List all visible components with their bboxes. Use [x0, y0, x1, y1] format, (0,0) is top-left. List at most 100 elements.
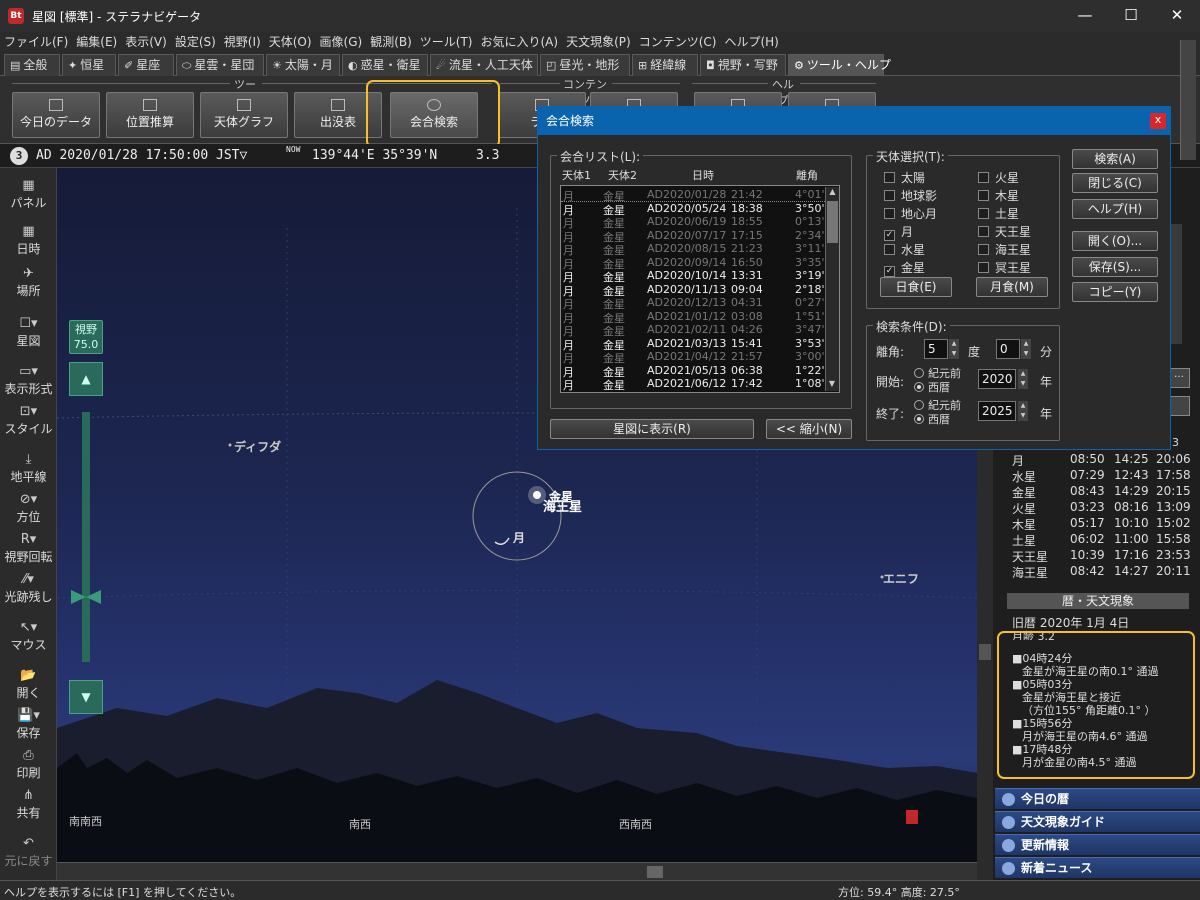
tab-sun-moon[interactable]: ☀ 太陽・月 [266, 54, 340, 76]
menu-help[interactable]: ヘルプ(H) [720, 32, 782, 52]
list-scroll-thumb[interactable] [827, 201, 838, 243]
tab-daylight[interactable]: ◰ 昼光・地形 [540, 54, 630, 76]
menu-objects[interactable]: 天体(O) [265, 32, 316, 52]
label-neptune[interactable]: 海王星 [543, 496, 582, 515]
tool-trails[interactable]: ⁄⁄▾ 光跡残し [0, 572, 57, 605]
nav-updates[interactable]: 更新情報 [995, 834, 1200, 855]
list-row[interactable]: 月金星 AD2020/07/17 17:15 2°34' [561, 229, 825, 244]
list-row[interactable]: 月金星 AD2020/08/15 21:23 3°11' [561, 242, 825, 257]
separation-degree-input[interactable]: 5 [924, 339, 948, 359]
minimize-button[interactable]: — [1062, 0, 1108, 32]
list-row[interactable]: 月金星 AD2021/01/12 03:08 1°51' [561, 310, 825, 325]
scroll-up-icon[interactable]: ▲ [826, 187, 839, 199]
header-datetime[interactable]: 日時 [692, 167, 714, 183]
planet-row[interactable]: 水星 07:29 12:43 17:58 [1010, 468, 1191, 484]
tool-display-format[interactable]: ▭▾ 表示形式 [0, 364, 57, 397]
menu-file[interactable]: ファイル(F) [0, 32, 72, 52]
menu-favorites[interactable]: お気に入り(A) [477, 32, 563, 52]
tool-save[interactable]: 💾▾ 保存 [0, 708, 57, 741]
dialog-close-button[interactable]: x [1150, 113, 1166, 129]
location-text[interactable]: 139°44'E 35°39'N [312, 148, 437, 163]
help-dialog-button[interactable]: ヘルプ(H) [1072, 199, 1158, 219]
tool-chart[interactable]: ☐▾ 星図 [0, 316, 57, 349]
minute-spinner[interactable]: ▲ ▼ [1021, 339, 1031, 359]
menu-image[interactable]: 画像(G) [316, 32, 367, 52]
tab-nebulae[interactable]: ⬭ 星雲・星団 [176, 54, 264, 76]
tool-location[interactable]: ✈ 場所 [0, 266, 57, 299]
planet-row[interactable]: 天王星 10:39 17:16 23:53 [1010, 548, 1191, 564]
planet-row[interactable]: 海王星 08:42 14:27 20:11 [1010, 564, 1191, 580]
list-row[interactable]: 月 金星 AD2021/06/12 17:42 1°08' [561, 377, 825, 392]
more-button[interactable]: … [1168, 368, 1190, 388]
option-button[interactable] [1168, 396, 1190, 416]
tool-style[interactable]: ⊡▾ スタイル [0, 404, 57, 437]
list-row[interactable]: 月金星 AD2020/10/14 13:31 3°19' [561, 269, 825, 284]
maximize-button[interactable]: ☐ [1108, 0, 1154, 32]
planet-row[interactable]: 金星 08:43 14:29 20:15 [1010, 484, 1191, 500]
list-row[interactable]: 月金星 AD2020/09/14 16:50 3°35' [561, 256, 825, 271]
position-calc-button[interactable]: 位置推算 [106, 92, 194, 138]
label-enif[interactable]: エニフ [883, 570, 919, 587]
list-scrollbar[interactable]: ▲ ▼ [825, 187, 839, 391]
calendar-section-header[interactable]: 暦・天文現象 [1007, 593, 1189, 609]
step-circle[interactable]: 3 [10, 147, 28, 165]
tool-horizon[interactable]: ⤓ 地平線 [0, 452, 57, 485]
zoom-out-button[interactable]: ▼ [69, 680, 103, 714]
menu-contents[interactable]: コンテンツ(C) [635, 32, 721, 52]
datetime-text[interactable]: AD 2020/01/28 17:50:00 JST▽ [36, 148, 247, 163]
search-button[interactable]: 検索(A) [1072, 149, 1158, 169]
tool-rotation[interactable]: R▾ 視野回転 [0, 532, 57, 565]
solar-eclipse-button[interactable]: 日食(E) [880, 277, 952, 297]
end-ad-radio[interactable]: 西暦 [914, 411, 950, 427]
checkbox-body[interactable]: 水星 [884, 241, 925, 258]
zoom-in-button[interactable]: ▲ [69, 362, 103, 396]
show-on-chart-button[interactable]: 星図に表示(R) [550, 419, 754, 439]
checkbox-body[interactable]: 地球影 [884, 187, 937, 204]
end-year-input[interactable]: 2025 [978, 401, 1016, 421]
tool-print[interactable]: ⎙ 印刷 [0, 748, 57, 781]
checkbox-body[interactable]: 地心月 [884, 205, 937, 222]
checkbox-body[interactable]: 冥王星 [978, 259, 1031, 276]
nav-news[interactable]: 新着ニュース [995, 857, 1200, 878]
right-panel-scrollbar[interactable] [1180, 40, 1196, 160]
tab-tools-help[interactable]: ⚙ ツール・ヘルプ [788, 54, 891, 76]
menu-settings[interactable]: 設定(S) [171, 32, 220, 52]
checkbox-body[interactable]: 火星 [978, 169, 1019, 186]
open-button[interactable]: 開く(O)... [1072, 231, 1158, 251]
tab-stars[interactable]: ✦ 恒星 [62, 54, 116, 76]
list-row[interactable]: 月金星 AD2020/01/28 21:42 4°01' [561, 188, 825, 203]
list-row[interactable]: 月金星 AD2021/03/13 15:41 3°53' [561, 337, 825, 352]
dialog-title[interactable]: 会合検索 [538, 107, 1170, 135]
header-body1[interactable]: 天体1 [562, 167, 591, 183]
tab-planets[interactable]: ◐ 惑星・衛星 [342, 54, 428, 76]
start-year-input[interactable]: 2020 [978, 369, 1016, 389]
planet-row[interactable]: 土星 06:02 11:00 15:58 [1010, 532, 1191, 548]
tab-fov[interactable]: ◘ 視野・写野 [700, 54, 786, 76]
horizontal-scrollbar[interactable] [57, 862, 977, 880]
object-graph-button[interactable]: 天体グラフ [200, 92, 288, 138]
start-year-spinner[interactable]: ▲ ▼ [1018, 369, 1028, 389]
separation-minute-input[interactable]: 0 [996, 339, 1020, 359]
menu-edit[interactable]: 編集(E) [72, 32, 121, 52]
list-row[interactable]: 月金星 AD2021/05/13 06:38 1°22' [561, 364, 825, 379]
tab-general[interactable]: ▤ 全般 [4, 54, 60, 76]
list-row[interactable]: 月金星 AD2020/06/19 18:55 0°13' [561, 215, 825, 230]
hscroll-thumb[interactable] [647, 866, 663, 878]
degree-spinner[interactable]: ▲ ▼ [949, 339, 959, 359]
end-year-spinner[interactable]: ▲ ▼ [1018, 401, 1028, 421]
close-window-button[interactable]: ✕ [1154, 0, 1200, 32]
list-row[interactable]: 月金星 AD2020/12/13 04:31 0°27' [561, 296, 825, 311]
header-body2[interactable]: 天体2 [608, 167, 637, 183]
fov-indicator[interactable]: 視野 75.0 [69, 320, 103, 354]
lunar-eclipse-button[interactable]: 月食(M) [976, 277, 1048, 297]
tab-meteors[interactable]: ☄ 流星・人工天体 [430, 54, 538, 76]
planet-row[interactable]: 火星 03:23 08:16 13:09 [1010, 500, 1191, 516]
tool-open[interactable]: 📂 開く [0, 668, 57, 701]
menu-view[interactable]: 表示(V) [121, 32, 171, 52]
checkbox-body[interactable]: ✓ 金星 [884, 259, 925, 277]
shrink-button[interactable]: << 縮小(N) [766, 419, 852, 439]
tool-datetime[interactable]: ▦ 日時 [0, 224, 57, 257]
nav-phenomena-guide[interactable]: 天文現象ガイド [995, 811, 1200, 832]
nav-today-calendar[interactable]: 今日の暦 [995, 788, 1200, 809]
today-data-button[interactable]: 今日のデータ [12, 92, 100, 138]
